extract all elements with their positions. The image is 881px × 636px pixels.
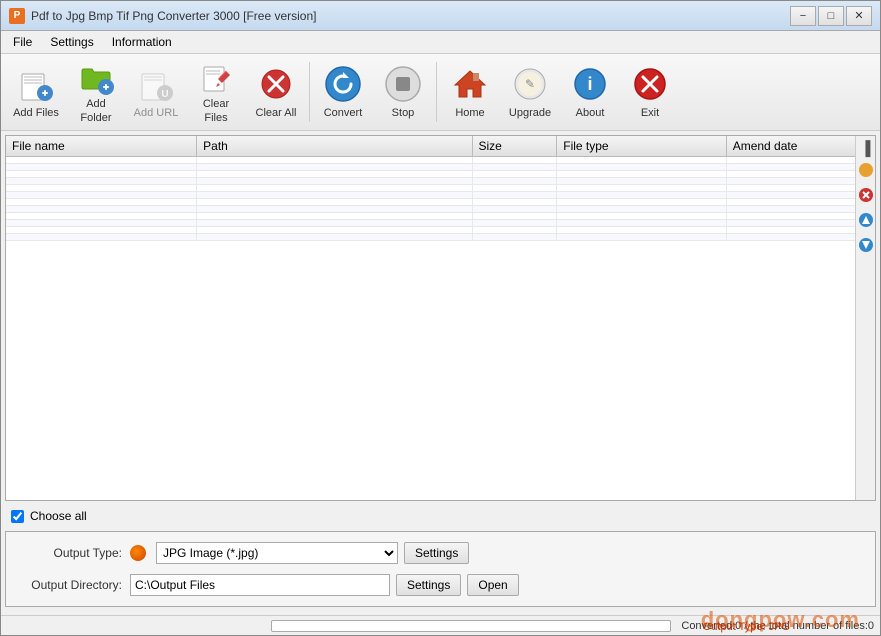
output-dir-label: Output Directory: (22, 578, 122, 592)
menu-information[interactable]: Information (104, 33, 180, 51)
upgrade-icon: ✎ (510, 64, 550, 104)
upgrade-button[interactable]: ✎ Upgrade (501, 58, 559, 126)
settings-panel: Output Type: JPG Image (*.jpg) BMP Image… (5, 531, 876, 607)
home-label: Home (455, 107, 484, 120)
window-title: Pdf to Jpg Bmp Tif Png Converter 3000 [F… (31, 9, 316, 23)
sidebar-icon-4[interactable] (858, 237, 874, 256)
convert-button[interactable]: Convert (314, 58, 372, 126)
about-icon: i (570, 64, 610, 104)
checkbox-row: Choose all (5, 505, 876, 527)
add-url-icon: U (136, 64, 176, 104)
clear-files-label: Clear Files (190, 98, 242, 124)
table-row (6, 178, 875, 185)
table-row (6, 164, 875, 171)
table-row (6, 220, 875, 227)
convert-icon (323, 64, 363, 104)
output-type-select-wrapper: JPG Image (*.jpg) BMP Image (*.bmp) TIF … (156, 542, 398, 564)
add-url-label: Add URL (134, 107, 179, 120)
about-label: About (576, 107, 605, 120)
exit-icon (630, 64, 670, 104)
table-row (6, 157, 875, 164)
home-button[interactable]: Home (441, 58, 499, 126)
table-row (6, 234, 875, 241)
output-dir-settings-button[interactable]: Settings (396, 574, 461, 596)
table-row (6, 185, 875, 192)
add-files-button[interactable]: Add Files (7, 58, 65, 126)
col-size: Size (472, 136, 557, 157)
output-type-settings-button[interactable]: Settings (404, 542, 469, 564)
choose-all-checkbox[interactable] (11, 510, 24, 523)
sidebar-icon-3[interactable] (858, 212, 874, 231)
close-button[interactable]: ✕ (846, 6, 872, 26)
maximize-button[interactable]: □ (818, 6, 844, 26)
exit-button[interactable]: Exit (621, 58, 679, 126)
col-filetype: File type (557, 136, 726, 157)
output-type-label: Output Type: (22, 546, 122, 560)
file-table: File name Path Size File type Amend date (6, 136, 875, 241)
output-dir-open-button[interactable]: Open (467, 574, 518, 596)
table-row (6, 192, 875, 199)
svg-text:✎: ✎ (525, 77, 535, 91)
minimize-button[interactable]: − (790, 6, 816, 26)
add-folder-button[interactable]: Add Folder (67, 58, 125, 126)
home-icon (450, 64, 490, 104)
add-files-label: Add Files (13, 107, 59, 120)
menu-settings[interactable]: Settings (42, 33, 101, 51)
choose-all-label[interactable]: Choose all (30, 509, 87, 523)
col-filename: File name (6, 136, 197, 157)
output-dir-row: Output Directory: Settings Open (22, 574, 859, 596)
about-button[interactable]: i About (561, 58, 619, 126)
window-controls: − □ ✕ (790, 6, 872, 26)
svg-text:i: i (587, 74, 592, 94)
progress-bar (271, 620, 671, 632)
exit-label: Exit (641, 107, 659, 120)
convert-label: Convert (324, 107, 363, 120)
col-amenddate: Amend date (726, 136, 874, 157)
output-dir-input[interactable] (130, 574, 390, 596)
output-type-circle-icon (130, 545, 146, 561)
toolbar-divider-2 (436, 62, 437, 122)
output-type-row: Output Type: JPG Image (*.jpg) BMP Image… (22, 542, 859, 564)
stop-label: Stop (392, 107, 415, 120)
sidebar-icon-1[interactable] (858, 162, 874, 181)
output-type-select-wrap: JPG Image (*.jpg) BMP Image (*.bmp) TIF … (130, 542, 469, 564)
add-files-icon (16, 64, 56, 104)
menu-file[interactable]: File (5, 33, 40, 51)
add-folder-label: Add Folder (70, 98, 122, 124)
svg-text:U: U (161, 89, 168, 100)
table-row (6, 199, 875, 206)
app-icon: P (9, 8, 25, 24)
clear-files-button[interactable]: Clear Files (187, 58, 245, 126)
menu-bar: File Settings Information (1, 31, 880, 54)
clear-all-icon (256, 64, 296, 104)
stop-icon (383, 64, 423, 104)
table-row (6, 206, 875, 213)
sidebar-icon-2[interactable] (858, 187, 874, 206)
upgrade-label: Upgrade (509, 107, 551, 120)
clear-all-button[interactable]: Clear All (247, 58, 305, 126)
stop-button[interactable]: Stop (374, 58, 432, 126)
table-row (6, 171, 875, 178)
clear-all-label: Clear All (256, 107, 297, 120)
file-table-container[interactable]: File name Path Size File type Amend date (5, 135, 876, 501)
output-type-status: Output Type: JPG (703, 621, 790, 633)
add-folder-icon (76, 59, 116, 95)
col-path: Path (197, 136, 472, 157)
toolbar-divider-1 (309, 62, 310, 122)
table-row (6, 213, 875, 220)
clear-files-icon (196, 59, 236, 95)
output-type-select[interactable]: JPG Image (*.jpg) BMP Image (*.bmp) TIF … (157, 543, 397, 563)
output-dir-wrap: Settings Open (130, 574, 519, 596)
main-area: File name Path Size File type Amend date (1, 131, 880, 615)
main-window: P Pdf to Jpg Bmp Tif Png Converter 3000 … (0, 0, 881, 636)
sidebar-scroll-up[interactable]: ▐ (861, 140, 871, 156)
toolbar: Add Files Add Folder (1, 54, 880, 131)
add-url-button: U Add URL (127, 58, 185, 126)
title-bar: P Pdf to Jpg Bmp Tif Png Converter 3000 … (1, 1, 880, 31)
table-row (6, 227, 875, 234)
